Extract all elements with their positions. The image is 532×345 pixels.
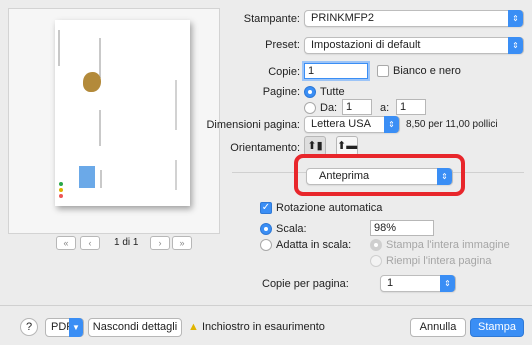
fit-radio[interactable]: [260, 239, 272, 251]
printer-value: PRINKMFP2: [311, 12, 374, 24]
page-right-margin-text: [175, 160, 177, 190]
updown-arrow-icon: ⇕: [508, 37, 523, 54]
portrait-icon: ⬆▮: [307, 140, 323, 152]
dot-yellow: [59, 188, 63, 192]
fill-page-radio[interactable]: [370, 255, 382, 267]
page-right-margin-text: [175, 80, 177, 130]
page-text-line: [99, 38, 101, 78]
paper-size-select[interactable]: Lettera USA ⇕: [304, 116, 400, 133]
updown-arrow-icon: ⇕: [384, 116, 399, 133]
paper-size-value: Lettera USA: [311, 118, 371, 130]
print-button[interactable]: Stampa: [470, 318, 524, 337]
fit-label: Adatta in scala:: [276, 239, 352, 251]
pages-range-radio[interactable]: [304, 102, 316, 114]
pages-all-label: Tutte: [320, 86, 345, 98]
copies-input[interactable]: 1: [304, 63, 368, 79]
annotation-highlight-box: [294, 154, 465, 196]
scale-radio[interactable]: [260, 223, 272, 235]
pages-label: Pagine:: [262, 86, 300, 98]
warning-icon: ▲: [188, 321, 199, 333]
dot-red: [59, 194, 63, 198]
copies-label: Copie:: [268, 66, 300, 78]
printer-select[interactable]: PRINKMFP2 ⇕: [304, 10, 524, 27]
paper-size-dims: 8,50 per 11,00 pollici: [406, 119, 498, 130]
fill-page-label: Riempi l'intera pagina: [386, 255, 492, 267]
pages-all-radio[interactable]: [304, 86, 316, 98]
preset-select[interactable]: Impostazioni di default ⇕: [304, 37, 524, 54]
next-page-button[interactable]: ›: [150, 236, 170, 250]
page-preview: [55, 20, 190, 206]
hide-details-button[interactable]: Nascondi dettagli: [88, 318, 182, 337]
scale-label: Scala:: [276, 223, 307, 235]
scale-input[interactable]: 98%: [370, 220, 434, 236]
page-text-line: [100, 170, 102, 188]
preset-label: Preset:: [265, 39, 300, 51]
copies-per-page-label: Copie per pagina:: [262, 278, 349, 290]
footer-separator: [0, 305, 532, 306]
pages-from-input[interactable]: 1: [342, 99, 372, 115]
black-white-checkbox[interactable]: [377, 65, 389, 77]
page-margin-text: [58, 30, 60, 66]
print-full-image-radio[interactable]: [370, 239, 382, 251]
print-full-image-label: Stampa l'intera immagine: [386, 239, 510, 251]
chevron-down-icon: ▼: [69, 318, 83, 337]
page-text-line: [99, 110, 101, 146]
pdf-menu-button[interactable]: PDF ▼: [45, 318, 84, 337]
auto-rotate-label: Rotazione automatica: [276, 202, 383, 214]
portrait-orientation-button[interactable]: ⬆▮: [304, 136, 326, 156]
ink-warning-text: Inchiostro in esaurimento: [202, 321, 325, 333]
pages-to-input[interactable]: 1: [396, 99, 426, 115]
dot-green: [59, 182, 63, 186]
auto-rotate-checkbox[interactable]: ✓: [260, 202, 272, 214]
copies-per-page-select[interactable]: 1 ⇕: [380, 275, 456, 292]
page-image-blue: [79, 166, 95, 188]
updown-arrow-icon: ⇕: [440, 275, 455, 292]
orientation-label: Orientamento:: [230, 142, 300, 154]
updown-arrow-icon: ⇕: [508, 10, 523, 27]
help-button[interactable]: ?: [20, 318, 38, 336]
last-page-button[interactable]: »: [172, 236, 192, 250]
preset-value: Impostazioni di default: [311, 39, 421, 51]
landscape-orientation-button[interactable]: ⬆▬: [336, 136, 358, 156]
landscape-icon: ⬆▬: [337, 140, 358, 152]
printer-label: Stampante:: [243, 13, 300, 25]
page-image-blob: [83, 72, 101, 92]
black-white-label: Bianco e nero: [393, 65, 461, 77]
cancel-button[interactable]: Annulla: [410, 318, 466, 337]
copies-per-page-value: 1: [387, 277, 394, 289]
previous-page-button[interactable]: ‹: [80, 236, 100, 250]
paper-size-label: Dimensioni pagina:: [206, 119, 300, 131]
first-page-button[interactable]: «: [56, 236, 76, 250]
pages-to-label: a:: [380, 102, 390, 114]
page-indicator: 1 di 1: [114, 237, 139, 248]
pages-from-label: Da:: [320, 102, 338, 114]
